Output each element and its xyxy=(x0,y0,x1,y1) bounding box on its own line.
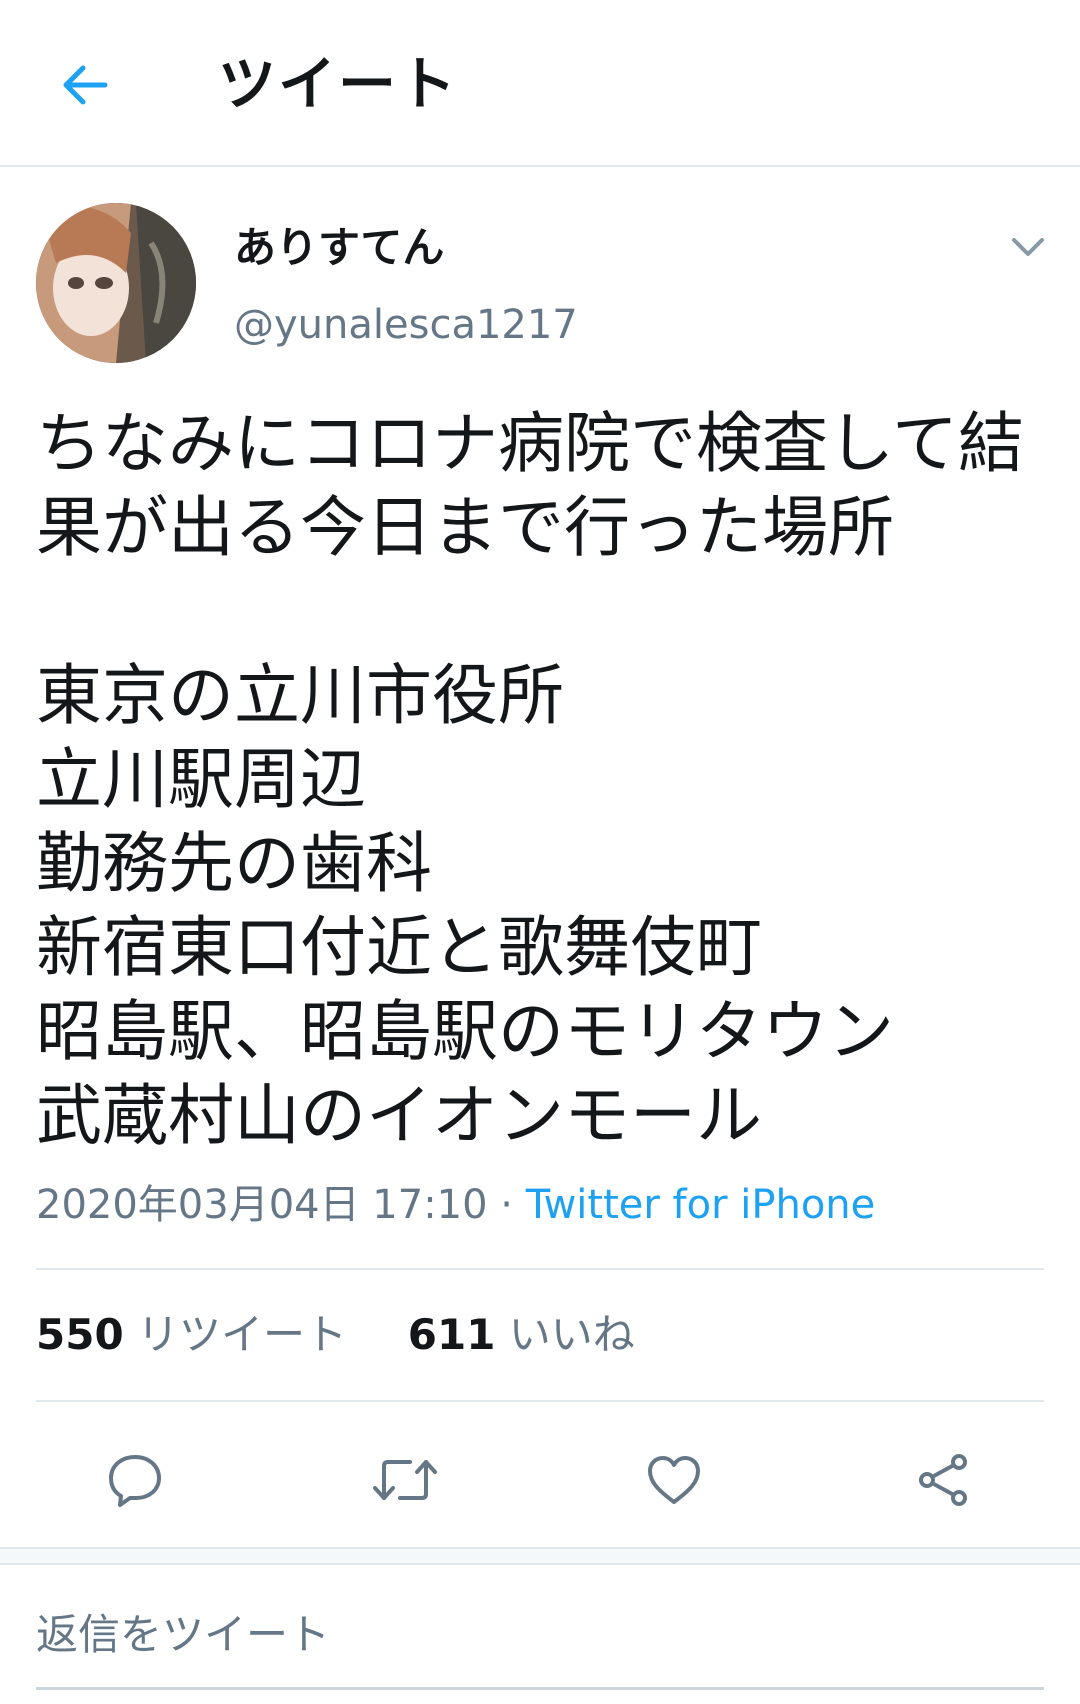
section-separator xyxy=(0,1547,1080,1565)
avatar[interactable] xyxy=(36,203,196,363)
arrow-left-icon xyxy=(63,65,108,105)
tweet-menu-button[interactable] xyxy=(1008,232,1048,262)
tweet-text-line: 新宿東口付近と歌舞伎町 xyxy=(36,909,762,986)
tweet-text-line: 昭島駅、昭島駅のモリタウン xyxy=(36,993,894,1070)
user-handle[interactable]: @yunalesca1217 xyxy=(234,298,578,352)
top-app-bar: ツイート xyxy=(0,0,1080,167)
reply-input[interactable]: 返信をツイート xyxy=(36,1605,1044,1690)
retweet-label: リツイート xyxy=(137,1310,348,1359)
tweet-text-line: 武蔵村山のイオンモール xyxy=(36,1077,762,1154)
like-count: 611 xyxy=(407,1310,496,1359)
tweet-text-line: 東京の立川市役所 xyxy=(36,657,564,734)
share-button[interactable] xyxy=(903,1440,983,1520)
divider xyxy=(36,1400,1044,1402)
avatar-image xyxy=(36,203,196,363)
like-button[interactable] xyxy=(634,1440,714,1520)
tweet-text-line: 勤務先の歯科 xyxy=(36,825,432,902)
like-label: いいね xyxy=(508,1310,635,1359)
comment-icon xyxy=(109,1455,161,1507)
tweet-text-line: 立川駅周辺 xyxy=(36,741,366,818)
tweet-text-line: 果が出る今日まで行った場所 xyxy=(36,489,894,566)
retweet-icon xyxy=(373,1460,437,1500)
back-button[interactable] xyxy=(50,50,120,120)
timestamp: 2020年03月04日 17:10 xyxy=(36,1182,488,1228)
action-bar xyxy=(0,1440,1080,1550)
display-name[interactable]: ありすてん xyxy=(234,220,444,276)
meta-separator: · xyxy=(487,1182,526,1228)
divider xyxy=(36,1268,1044,1270)
retweet-button[interactable] xyxy=(365,1440,445,1520)
retweet-stat[interactable]: 550 リツイート xyxy=(36,1310,347,1359)
page-title: ツイート xyxy=(218,50,459,118)
tweet-text: ちなみにコロナ病院で検査して結 果が出る今日まで行った場所 東京の立川市役所 立… xyxy=(36,402,1046,1158)
engagement-stats: 550 リツイート 611 いいね xyxy=(36,1305,635,1365)
share-icon xyxy=(919,1454,967,1506)
reply-button[interactable] xyxy=(95,1440,175,1520)
tweet-meta: 2020年03月04日 17:10 · Twitter for iPhone xyxy=(36,1178,875,1232)
like-stat[interactable]: 611 いいね xyxy=(408,1310,635,1359)
tweet-text-line: ちなみにコロナ病院で検査して結 xyxy=(36,405,1025,482)
heart-icon xyxy=(648,1456,700,1504)
chevron-down-icon xyxy=(1012,238,1044,256)
retweet-count: 550 xyxy=(36,1310,124,1359)
source-link[interactable]: Twitter for iPhone xyxy=(526,1182,876,1228)
